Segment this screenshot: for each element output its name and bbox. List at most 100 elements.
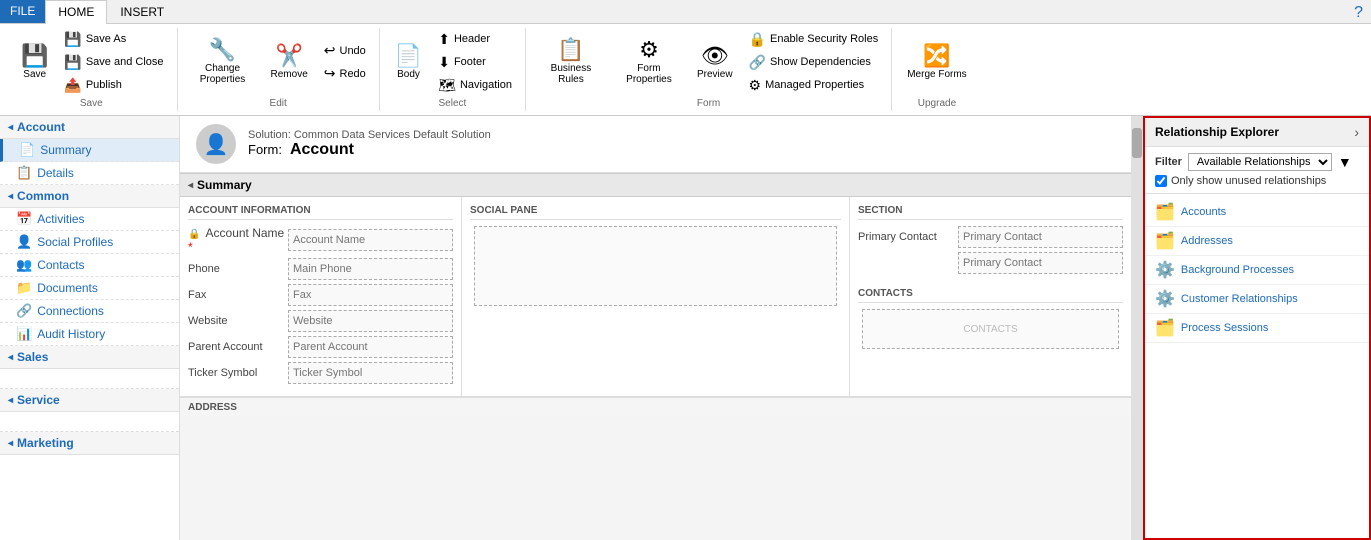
help-icon[interactable]: ? [1354, 4, 1363, 22]
primary-contact-field: Primary Contact [858, 226, 1123, 248]
tab-home[interactable]: HOME [45, 0, 107, 24]
audit-icon: 📊 [16, 326, 32, 342]
account-info-column: ACCOUNT INFORMATION 🔒 Account Name * Pho… [180, 197, 462, 396]
sidebar-item-social-profiles[interactable]: 👤 Social Profiles [0, 231, 179, 254]
fax-input[interactable] [288, 284, 453, 306]
save-as-button[interactable]: 💾 Save As [59, 28, 168, 50]
filter-select-arrow[interactable]: ▼ [1338, 154, 1352, 170]
sidebar-section-common[interactable]: ◂ Common [0, 185, 179, 208]
details-icon: 📋 [16, 165, 32, 181]
right-panel-item-process-sessions[interactable]: 🗂️ Process Sessions [1145, 314, 1369, 343]
account-name-input[interactable] [288, 229, 453, 251]
change-properties-button[interactable]: 🔧 Change Properties [186, 36, 260, 88]
form-body: ◂ Summary ACCOUNT INFORMATION 🔒 Account … [180, 173, 1131, 540]
navigation-icon: 🗺 [438, 77, 456, 94]
primary-contact-input-2[interactable] [958, 252, 1123, 274]
social-pane-placeholder [474, 226, 837, 306]
marketing-arrow: ◂ [8, 438, 13, 449]
filter-select[interactable]: Available RelationshipsAll Relationships… [1188, 153, 1332, 171]
documents-icon: 📁 [16, 280, 32, 296]
sidebar-item-contacts[interactable]: 👥 Contacts [0, 254, 179, 277]
sidebar-item-details[interactable]: 📋 Details [0, 162, 179, 185]
footer-icon: ⬇ [438, 54, 450, 71]
header-button[interactable]: ⬆ Header [433, 28, 517, 50]
sidebar-section-marketing[interactable]: ◂ Marketing [0, 432, 179, 455]
sidebar-item-activities[interactable]: 📅 Activities [0, 208, 179, 231]
undo-button[interactable]: ↩ Undo [319, 40, 371, 62]
sidebar-section-account[interactable]: ◂ Account [0, 116, 179, 139]
service-arrow: ◂ [8, 395, 13, 406]
right-panel-header: Relationship Explorer › [1145, 118, 1369, 147]
form-properties-button[interactable]: ⚙ Form Properties [612, 36, 686, 88]
header-icon: ⬆ [438, 31, 450, 48]
right-panel-item-addresses[interactable]: 🗂️ Addresses [1145, 227, 1369, 256]
parent-account-field: Parent Account [188, 336, 453, 358]
footer-button[interactable]: ⬇ Footer [433, 51, 517, 73]
redo-button[interactable]: ↪ Redo [319, 63, 371, 85]
social-pane-column: SOCIAL PANE [462, 197, 850, 396]
ticker-symbol-input[interactable] [288, 362, 453, 384]
content-area: 👤 Solution: Common Data Services Default… [180, 116, 1131, 540]
business-rules-button[interactable]: 📋 Business Rules [534, 36, 608, 88]
sidebar-item-connections[interactable]: 🔗 Connections [0, 300, 179, 323]
undo-icon: ↩ [324, 42, 336, 59]
managed-properties-icon: ⚙ [749, 77, 762, 94]
scroll-bar[interactable] [1131, 116, 1143, 540]
save-icon: 💾 [21, 45, 48, 67]
fax-field: Fax [188, 284, 453, 306]
common-arrow: ◂ [8, 191, 13, 202]
sidebar-section-service[interactable]: ◂ Service [0, 389, 179, 412]
remove-button[interactable]: ✂️ Remove [264, 36, 315, 88]
tab-file[interactable]: FILE [0, 0, 45, 23]
website-input[interactable] [288, 310, 453, 332]
filter-label: Filter [1155, 156, 1182, 168]
body-icon: 📄 [395, 45, 422, 67]
save-button[interactable]: 💾 Save [14, 36, 55, 88]
right-panel-item-background-processes[interactable]: ⚙️ Background Processes [1145, 256, 1369, 285]
sidebar-item-audit-history[interactable]: 📊 Audit History [0, 323, 179, 346]
right-panel-item-customer-relationships[interactable]: ⚙️ Customer Relationships [1145, 285, 1369, 314]
sidebar-item-documents[interactable]: 📁 Documents [0, 277, 179, 300]
customer-relationships-icon: ⚙️ [1155, 289, 1175, 309]
accounts-icon: 🗂️ [1155, 202, 1175, 222]
right-panel-filter: Filter Available RelationshipsAll Relati… [1145, 147, 1369, 194]
connections-icon: 🔗 [16, 303, 32, 319]
addresses-icon: 🗂️ [1155, 231, 1175, 251]
ribbon-group-edit: 🔧 Change Properties ✂️ Remove ↩ Undo ↪ R… [178, 28, 380, 111]
save-label: Save [23, 69, 46, 80]
right-panel-chevron[interactable]: › [1354, 124, 1359, 140]
parent-account-input[interactable] [288, 336, 453, 358]
ticker-symbol-field: Ticker Symbol [188, 362, 453, 384]
sidebar-section-sales[interactable]: ◂ Sales [0, 346, 179, 369]
summary-section-header[interactable]: ◂ Summary [180, 173, 1131, 197]
upgrade-group-label: Upgrade [900, 96, 973, 111]
primary-contact-field-2 [858, 252, 1123, 274]
primary-contact-input[interactable] [958, 226, 1123, 248]
right-panel-item-accounts[interactable]: 🗂️ Accounts [1145, 198, 1369, 227]
body-button[interactable]: 📄 Body [388, 36, 429, 88]
website-field: Website [188, 310, 453, 332]
merge-forms-icon: 🔀 [923, 45, 950, 67]
phone-input[interactable] [288, 258, 453, 280]
contacts-icon: 👥 [16, 257, 32, 273]
solution-label: Solution: Common Data Services Default S… [248, 129, 491, 141]
edit-group-label: Edit [186, 96, 371, 111]
managed-properties-button[interactable]: ⚙ Managed Properties [744, 74, 884, 96]
preview-button[interactable]: 👁 Preview [690, 36, 740, 88]
save-close-button[interactable]: 💾 Save and Close [59, 51, 168, 73]
account-arrow: ◂ [8, 122, 13, 133]
merge-forms-button[interactable]: 🔀 Merge Forms [900, 36, 973, 88]
ribbon-group-form: 📋 Business Rules ⚙ Form Properties 👁 Pre… [526, 28, 892, 111]
navigation-button[interactable]: 🗺 Navigation [433, 74, 517, 96]
right-panel: Relationship Explorer › Filter Available… [1143, 116, 1371, 540]
show-dependencies-button[interactable]: 🔗 Show Dependencies [744, 51, 884, 73]
scroll-thumb[interactable] [1132, 128, 1142, 158]
select-group-label: Select [388, 96, 517, 111]
unused-relationships-checkbox[interactable] [1155, 175, 1167, 187]
tab-insert[interactable]: INSERT [107, 0, 177, 23]
sidebar-item-summary[interactable]: 📄 Summary [0, 139, 179, 162]
enable-security-button[interactable]: 🔒 Enable Security Roles [744, 28, 884, 50]
section-column: Section Primary Contact CONTACTS CONT [850, 197, 1131, 396]
form-columns: ACCOUNT INFORMATION 🔒 Account Name * Pho… [180, 197, 1131, 397]
publish-button[interactable]: 📤 Publish [59, 74, 168, 96]
